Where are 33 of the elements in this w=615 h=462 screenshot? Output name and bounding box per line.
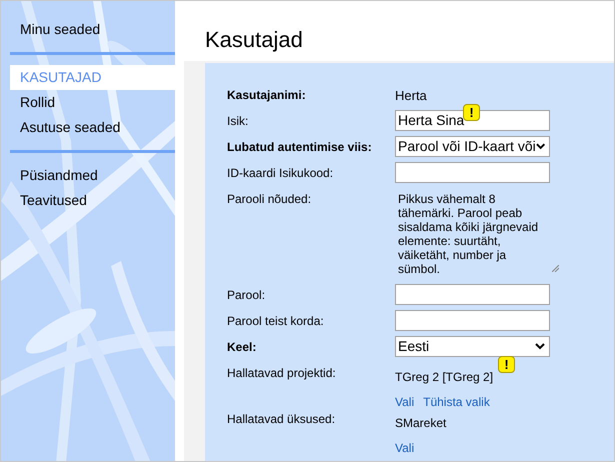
sidebar-item[interactable]: Rollid [10, 90, 175, 115]
input-field[interactable] [395, 284, 550, 305]
sidebar-item[interactable]: Asutuse seaded [10, 115, 175, 140]
link[interactable]: Tühista valik [423, 395, 490, 409]
field-label: Parool: [227, 288, 266, 302]
password-requirements-text: Pikkus vähemalt 8 tähemärki. Parool peab sisaldama kõiki järgnevaid elemente: suurtäht, väiketäht, number ja sümbol. [398, 192, 540, 276]
warning-badge: ! [463, 104, 480, 121]
field-label: Lubatud autentimise viis: [227, 140, 372, 154]
input-field[interactable] [395, 310, 550, 331]
chevron-down-icon [535, 343, 545, 350]
field-label: Isik: [227, 114, 248, 128]
sidebar-item[interactable]: Minu seaded [10, 17, 175, 42]
field-value: Herta [395, 87, 427, 105]
sidebar-item[interactable]: Püsiandmed [10, 163, 175, 188]
field-label: Keel: [227, 340, 256, 354]
field-label: Hallatavad üksused: [227, 412, 336, 426]
link[interactable]: Vali [395, 395, 414, 409]
field-label: Hallatavad projektid: [227, 366, 336, 380]
link[interactable]: Vali [395, 441, 414, 455]
resize-handle-icon [552, 265, 559, 272]
field-label: Parool teist korda: [227, 314, 324, 328]
sidebar-item[interactable]: Teavitused [10, 188, 175, 213]
field-label: Kasutajanimi: [227, 88, 306, 102]
field-value: TGreg 2 [TGreg 2] [395, 370, 494, 384]
chevron-down-icon [536, 143, 545, 150]
dropdown[interactable]: Parool või ID-kaart või [395, 136, 550, 157]
field-value: SMareket [395, 416, 446, 430]
warning-badge: ! [498, 356, 515, 373]
page-title: Kasutajad [205, 26, 303, 54]
dropdown[interactable]: Eesti [395, 336, 550, 357]
field-label: ID-kaardi Isikukood: [227, 166, 334, 180]
input-field[interactable] [395, 162, 550, 183]
field-label: Parooli nõuded: [227, 192, 312, 206]
